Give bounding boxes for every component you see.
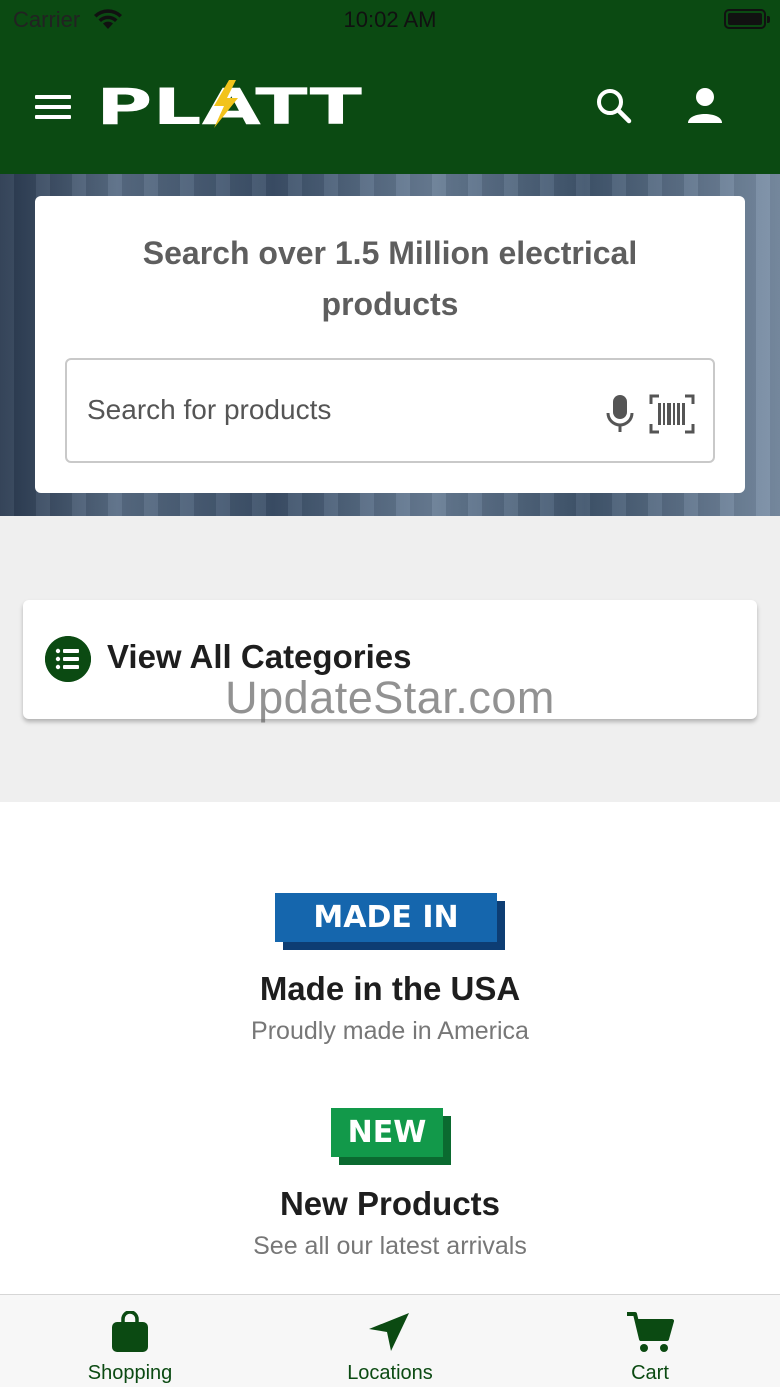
tab-cart-label: Cart <box>631 1362 669 1384</box>
search-input[interactable] <box>87 390 587 430</box>
search-icon[interactable] <box>594 86 634 126</box>
hero-banner: Search over 1.5 Million electrical produ… <box>0 174 780 516</box>
microphone-icon[interactable] <box>605 394 635 434</box>
status-bar: Carrier 10:02 AM <box>0 0 780 40</box>
tab-locations-label: Locations <box>347 1362 433 1384</box>
hero-search-card: Search over 1.5 Million electrical produ… <box>35 196 745 493</box>
hero-title: Search over 1.5 Million electrical produ… <box>142 235 638 322</box>
made-in-usa-badge: MADE IN USA <box>275 893 505 984</box>
made-in-usa-title: Made in the USA <box>259 970 521 1007</box>
watermark: UpdateStar.com <box>225 672 555 723</box>
battery-icon <box>724 9 770 29</box>
platt-logo[interactable]: PLATT <box>96 80 364 130</box>
new-products-feature[interactable]: NEW New Products See all our latest arri… <box>0 1095 780 1275</box>
barcode-scanner-icon[interactable] <box>649 394 695 434</box>
categories-label: View All Categories <box>107 638 412 675</box>
made-in-usa-subtitle: Proudly made in America <box>251 1017 529 1045</box>
tab-shopping[interactable]: Shopping <box>0 1295 260 1387</box>
status-time: 10:02 AM <box>343 7 437 32</box>
tab-bar: Shopping Locations Cart <box>0 1294 780 1387</box>
tab-locations[interactable]: Locations <box>260 1295 520 1387</box>
menu-icon[interactable] <box>35 95 71 121</box>
location-arrow-icon <box>369 1313 409 1351</box>
new-products-subtitle: See all our latest arrivals <box>253 1232 527 1260</box>
new-products-title: New Products <box>279 1185 501 1222</box>
categories-section: View All Categories <box>0 516 780 802</box>
new-badge-text: NEW <box>331 1108 443 1157</box>
tab-shopping-label: Shopping <box>87 1362 173 1384</box>
shopping-bag-icon <box>112 1311 148 1352</box>
cart-icon <box>627 1312 674 1352</box>
account-icon[interactable] <box>687 87 723 125</box>
made-in-usa-badge-text: MADE IN USA <box>275 893 497 984</box>
search-field[interactable] <box>65 358 715 463</box>
app-header: PLATT <box>0 40 780 174</box>
tab-cart[interactable]: Cart <box>520 1295 780 1387</box>
made-in-usa-feature[interactable]: MADE IN USA Made in the USA Proudly made… <box>0 880 780 1060</box>
new-badge: NEW <box>331 1108 451 1165</box>
